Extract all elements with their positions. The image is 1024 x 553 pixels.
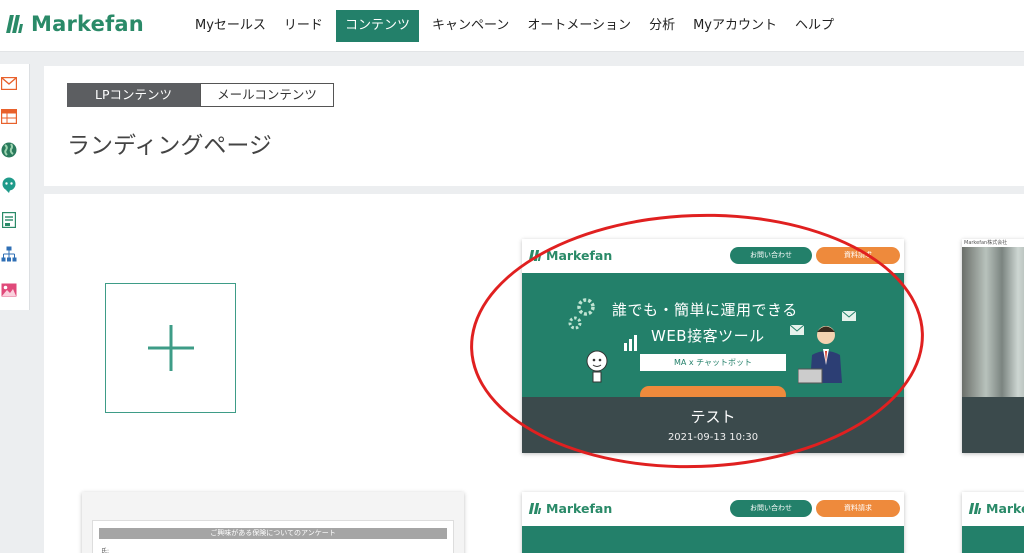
- lp-preview-header: Markefan お問い合わせ 資料請求: [522, 492, 904, 526]
- nav-item-analytics[interactable]: 分析: [640, 10, 684, 42]
- content-header-panel: LPコンテンツ メールコンテンツ ランディングページ: [44, 66, 1024, 186]
- logo-mark-icon: [528, 503, 542, 514]
- app-logo[interactable]: Markefan: [6, 9, 144, 39]
- add-lp-button[interactable]: [105, 283, 236, 413]
- lp-card-title: テスト: [690, 408, 736, 426]
- survey-title: ご興味がある保険についてのアンケート: [99, 528, 447, 539]
- lp-card-bottom[interactable]: Markefan お問い合わせ 資料請求: [522, 492, 904, 553]
- lp-preview-logo-text: Markef: [986, 501, 1024, 516]
- main-nav: Myセールス リード コンテンツ キャンペーン オートメーション 分析 Myアカ…: [186, 10, 843, 42]
- plus-icon: [147, 325, 194, 371]
- lp-preview-header: Markef: [962, 492, 1024, 526]
- sitemap-icon[interactable]: [0, 245, 18, 263]
- nav-item-myaccount[interactable]: Myアカウント: [684, 10, 786, 42]
- lp-card-test[interactable]: Markefan お問い合わせ 資料請求 誰でも・簡単に運用できる WEB接客ツ…: [522, 239, 904, 453]
- form-icon[interactable]: [0, 211, 18, 229]
- businessman-illustration-icon: [798, 326, 842, 384]
- chatbot-icon[interactable]: [0, 176, 18, 194]
- logo-mark-icon: [528, 250, 542, 261]
- lp-grid-panel: Markefan お問い合わせ 資料請求 誰でも・簡単に運用できる WEB接客ツ…: [44, 194, 1024, 553]
- lp-card-survey[interactable]: ご興味がある保険についてのアンケート 氏:: [82, 492, 464, 553]
- lp-preview-logo-text: Markefan: [546, 248, 613, 263]
- top-header: Markefan Myセールス リード コンテンツ キャンペーン オートメーショ…: [0, 0, 1024, 52]
- globe-icon[interactable]: [0, 141, 18, 159]
- lp-card-date: 2021-09-13 10:30: [667, 432, 759, 443]
- robot-mascot-icon: [586, 350, 608, 383]
- lp-card-overlay: テスト 2021-09-13 10:30: [522, 397, 904, 453]
- lp-card-photo[interactable]: Markefan株式会社: [962, 239, 1024, 453]
- survey-preview: ご興味がある保険についてのアンケート 氏:: [92, 520, 454, 553]
- nav-item-automation[interactable]: オートメーション: [518, 10, 640, 42]
- lp-card-bottom-right[interactable]: Markef: [962, 492, 1024, 553]
- chart-icon: [624, 335, 637, 351]
- tab-mail-contents[interactable]: メールコンテンツ: [200, 83, 334, 107]
- lp-preview-contact-button: お問い合わせ: [730, 247, 812, 264]
- lp-preview-docs-button: 資料請求: [816, 500, 900, 517]
- lp-hero-headline: 誰でも・簡単に運用できる: [612, 301, 798, 319]
- nav-item-help[interactable]: ヘルプ: [786, 10, 843, 42]
- logo-mark-icon: [968, 503, 982, 514]
- nav-item-contents[interactable]: コンテンツ: [335, 10, 419, 42]
- left-icon-rail: [0, 64, 30, 310]
- lp-photo-caption: Markefan株式会社: [962, 239, 1024, 247]
- lp-hero-subheadline: WEB接客ツール: [651, 327, 765, 345]
- nav-item-leads[interactable]: リード: [275, 10, 332, 42]
- survey-first-field: 氏:: [101, 548, 110, 553]
- tab-lp-contents[interactable]: LPコンテンツ: [67, 83, 200, 107]
- logo-text: Markefan: [31, 12, 144, 36]
- gear-icon: [568, 298, 595, 330]
- lp-hero-pill: MA x チャットボット: [640, 354, 786, 371]
- page-title: ランディングページ: [67, 133, 272, 159]
- mail-icon[interactable]: [0, 74, 18, 92]
- image-icon[interactable]: [0, 281, 18, 299]
- lp-preview-header: Markefan お問い合わせ 資料請求: [522, 239, 904, 273]
- lp-card-overlay: [962, 397, 1024, 453]
- content-type-tabs: LPコンテンツ メールコンテンツ: [67, 83, 334, 107]
- lp-preview-logo-text: Markefan: [546, 501, 613, 516]
- lp-preview-hero: [522, 526, 904, 553]
- lp-preview-hero: [962, 526, 1024, 553]
- lp-preview-docs-button: 資料請求: [816, 247, 900, 264]
- lp-preview-logo: Markefan: [528, 248, 613, 263]
- lp-preview-contact-button: お問い合わせ: [730, 500, 812, 517]
- lp-preview-logo: Markefan: [528, 501, 613, 516]
- table-icon[interactable]: [0, 107, 18, 125]
- lp-preview-logo: Markef: [968, 501, 1024, 516]
- nav-item-mysales[interactable]: Myセールス: [186, 10, 275, 42]
- nav-item-campaign[interactable]: キャンペーン: [423, 10, 518, 42]
- logo-mark-icon: [6, 15, 25, 33]
